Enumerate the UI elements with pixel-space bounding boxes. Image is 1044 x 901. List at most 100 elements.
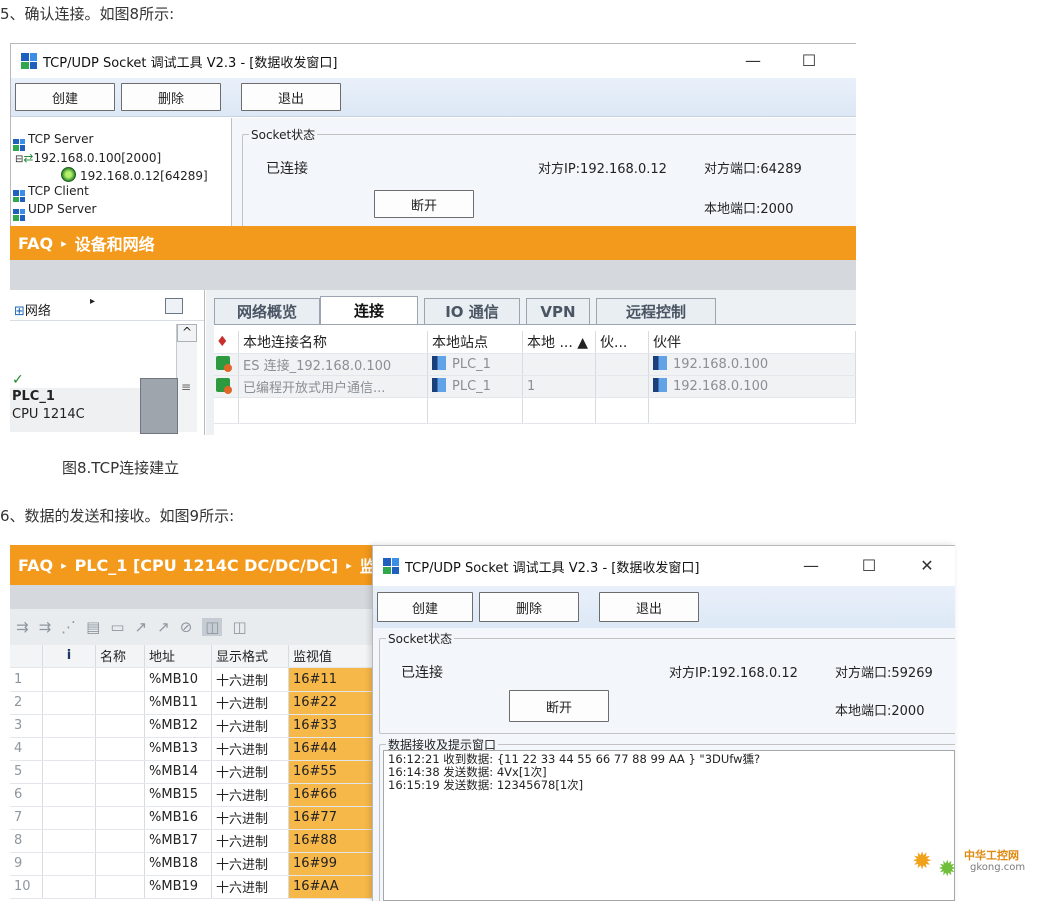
- receive-log-textarea[interactable]: 16:12:21 收到数据: {11 22 33 44 55 66 77 88 …: [383, 750, 955, 901]
- table-row-empty[interactable]: [214, 397, 856, 424]
- row-display-format[interactable]: 十六进制: [211, 737, 289, 761]
- tree-item-udp-server[interactable]: UDP Server: [13, 202, 231, 221]
- row-display-format[interactable]: 十六进制: [211, 714, 289, 738]
- header-partner-id[interactable]: 伙...: [595, 331, 649, 354]
- row-name: [95, 714, 145, 738]
- row-index: 9: [10, 852, 43, 876]
- update-prefix-icon[interactable]: ⋰: [61, 618, 76, 636]
- row-display-format[interactable]: 十六进制: [211, 783, 289, 807]
- watermark-url: gkong.com: [970, 862, 1026, 873]
- create-button[interactable]: 创建: [377, 592, 473, 622]
- display-format-icon[interactable]: ▭: [110, 618, 124, 636]
- watch-row[interactable]: 6 %MB15 十六进制 16#66: [10, 783, 382, 807]
- network-button[interactable]: ⊞网络: [14, 300, 51, 319]
- create-button[interactable]: 创建: [15, 83, 115, 111]
- row-display-format[interactable]: 十六进制: [211, 691, 289, 715]
- watch-row[interactable]: 7 %MB16 十六进制 16#77: [10, 806, 382, 830]
- close-button[interactable]: ✕: [915, 556, 939, 575]
- watch-row[interactable]: 1 %MB10 十六进制 16#11: [10, 668, 382, 692]
- watermark-cn: 中华工控网: [964, 849, 1019, 862]
- modify-now-icon[interactable]: ↗: [135, 618, 148, 636]
- watch-row[interactable]: 10 %MB19 十六进制 16#AA: [10, 875, 382, 899]
- header-connection-name[interactable]: 本地连接名称: [238, 331, 428, 354]
- row-display-format[interactable]: 十六进制: [211, 806, 289, 830]
- maximize-button[interactable]: ☐: [797, 51, 821, 70]
- delete-button[interactable]: 删除: [121, 83, 221, 111]
- monitor-all-icon[interactable]: ◫: [202, 618, 223, 636]
- row-index: 5: [10, 760, 43, 784]
- breadcrumb-root[interactable]: FAQ: [18, 556, 53, 575]
- row-display-format[interactable]: 十六进制: [211, 852, 289, 876]
- connections-grid: ♦ 本地连接名称 本地站点 本地 ... ▲ 伙... 伙伴 ES 连接_192…: [214, 324, 856, 435]
- header-monitor-value[interactable]: 监视值: [288, 645, 382, 668]
- row-name: [95, 760, 145, 784]
- plc-device-graphic[interactable]: [140, 378, 178, 434]
- local-port: 本地端口:2000: [835, 704, 925, 719]
- header-partner[interactable]: 伙伴: [648, 331, 856, 354]
- tia-breadcrumb: FAQ ▸ 设备和网络: [10, 226, 856, 260]
- tab-vpn[interactable]: VPN: [526, 298, 590, 324]
- header-display-format[interactable]: 显示格式: [211, 645, 289, 668]
- vertical-scrollbar[interactable]: ^ ≡: [176, 324, 197, 432]
- watch-row[interactable]: 4 %MB13 十六进制 16#44: [10, 737, 382, 761]
- row-index: 3: [10, 714, 43, 738]
- tab-network-overview[interactable]: 网络概览: [214, 298, 320, 324]
- dropdown-arrow-icon[interactable]: ▸: [90, 296, 95, 307]
- row-address: %MB11: [144, 691, 212, 715]
- exit-button[interactable]: 退出: [599, 592, 699, 622]
- disconnect-button[interactable]: 断开: [509, 690, 609, 722]
- row-display-format[interactable]: 十六进制: [211, 668, 289, 692]
- header-name[interactable]: 名称: [95, 645, 145, 668]
- table-row[interactable]: ES 连接_192.168.0.100 PLC_1 192.168.0.100: [214, 353, 856, 376]
- minimize-button[interactable]: —: [799, 556, 823, 575]
- network-icon: ⊞: [14, 304, 25, 319]
- tree-item-server-address[interactable]: ⊟⇄192.168.0.100[2000]: [15, 151, 231, 167]
- watch-row[interactable]: 9 %MB18 十六进制 16#99: [10, 852, 382, 876]
- gkong-watermark: ✹ ✹ 中华工控网 gkong.com: [912, 843, 1038, 883]
- watch-row[interactable]: 2 %MB11 十六进制 16#22: [10, 691, 382, 715]
- tab-connections[interactable]: 连接: [320, 296, 418, 324]
- row-info: [42, 668, 96, 692]
- minimize-button[interactable]: —: [741, 51, 765, 70]
- row-address: %MB16: [144, 806, 212, 830]
- maximize-button[interactable]: ☐: [857, 556, 881, 575]
- tab-io-communication[interactable]: IO 通信: [424, 298, 520, 324]
- force-icon[interactable]: ⊘: [180, 618, 193, 636]
- tree-item-tcp-server[interactable]: TCP Server: [13, 132, 231, 151]
- expand-icon[interactable]: ▤: [86, 618, 100, 636]
- breadcrumb-root[interactable]: FAQ: [18, 234, 53, 253]
- row-display-format[interactable]: 十六进制: [211, 829, 289, 853]
- modify-trigger-icon[interactable]: ↗: [157, 618, 170, 636]
- table-header: ♦ 本地连接名称 本地站点 本地 ... ▲ 伙... 伙伴: [214, 331, 856, 354]
- row-info: [42, 806, 96, 830]
- row-display-format[interactable]: 十六进制: [211, 875, 289, 899]
- header-address[interactable]: 地址: [144, 645, 212, 668]
- table-row[interactable]: 已编程开放式用户通信... PLC_1 1 192.168.0.100: [214, 375, 856, 398]
- header-local-station[interactable]: 本地站点: [427, 331, 523, 354]
- watch-row[interactable]: 3 %MB12 十六进制 16#33: [10, 714, 382, 738]
- add-row-icon[interactable]: ⇉: [39, 618, 52, 636]
- app-icon: [383, 558, 399, 574]
- watch-row[interactable]: 8 %MB17 十六进制 16#88: [10, 829, 382, 853]
- disconnect-button[interactable]: 断开: [374, 190, 474, 218]
- tree-item-tcp-client[interactable]: TCP Client: [13, 184, 231, 202]
- breadcrumb-device[interactable]: PLC_1 [CPU 1214C DC/DC/DC]: [75, 556, 339, 575]
- row-display-format[interactable]: 十六进制: [211, 760, 289, 784]
- watch-row[interactable]: 5 %MB14 十六进制 16#55: [10, 760, 382, 784]
- insert-row-icon[interactable]: ⇉: [16, 618, 29, 636]
- plc-card[interactable]: PLC_1 CPU 1214C: [10, 388, 140, 432]
- row-monitor-value: 16#11: [288, 668, 382, 692]
- header-local-id[interactable]: 本地 ... ▲: [522, 331, 596, 354]
- remote-port: 对方端口:64289: [704, 162, 802, 177]
- scroll-up-icon[interactable]: ^: [177, 324, 197, 342]
- delete-button[interactable]: 删除: [479, 592, 579, 622]
- tab-remote-control[interactable]: 远程控制: [596, 298, 716, 324]
- exit-button[interactable]: 退出: [241, 83, 341, 111]
- view-toggle-icon[interactable]: [165, 298, 183, 314]
- tree-item-client-address[interactable]: 192.168.0.12[64289]: [61, 166, 231, 184]
- row-info: [42, 852, 96, 876]
- socket-state-legend: Socket状态: [249, 126, 318, 143]
- monitor-once-icon[interactable]: ◫: [232, 618, 246, 636]
- row-address: %MB12: [144, 714, 212, 738]
- scroll-grip-icon[interactable]: ≡: [181, 380, 191, 394]
